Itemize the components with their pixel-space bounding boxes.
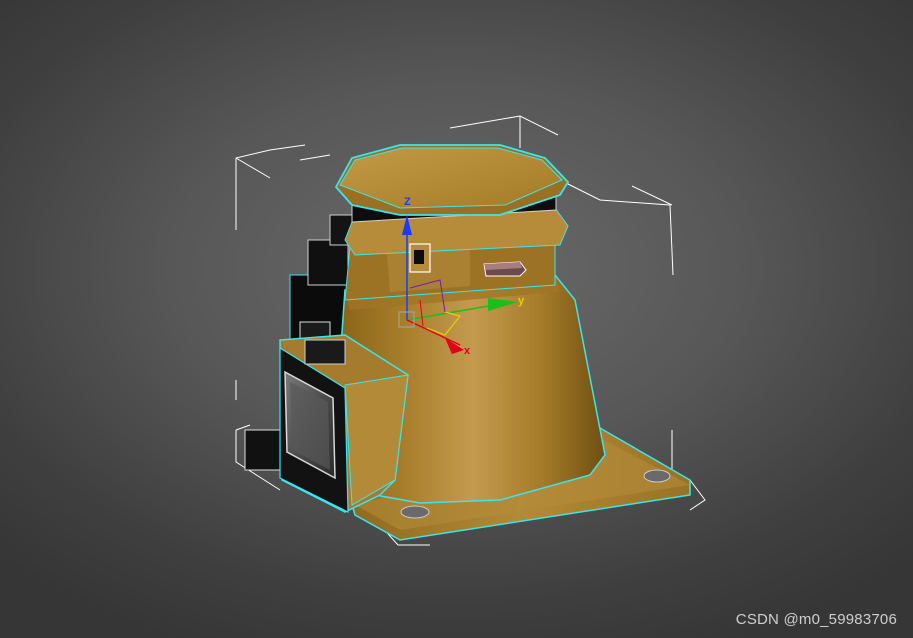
bolt-hole-left (400, 505, 430, 519)
top-cap[interactable] (334, 144, 570, 216)
bolt-hole-right (643, 469, 671, 483)
3d-viewport[interactable]: Z y x (0, 0, 913, 638)
neck-bracket-right[interactable] (483, 261, 527, 277)
z-axis-label: Z (404, 196, 411, 208)
neck-bracket-left[interactable] (409, 243, 431, 273)
watermark: CSDN @m0_59983706 (735, 611, 897, 628)
y-axis-label: y (518, 295, 525, 307)
x-axis-label: x (464, 345, 471, 357)
top-knob[interactable] (304, 339, 346, 365)
